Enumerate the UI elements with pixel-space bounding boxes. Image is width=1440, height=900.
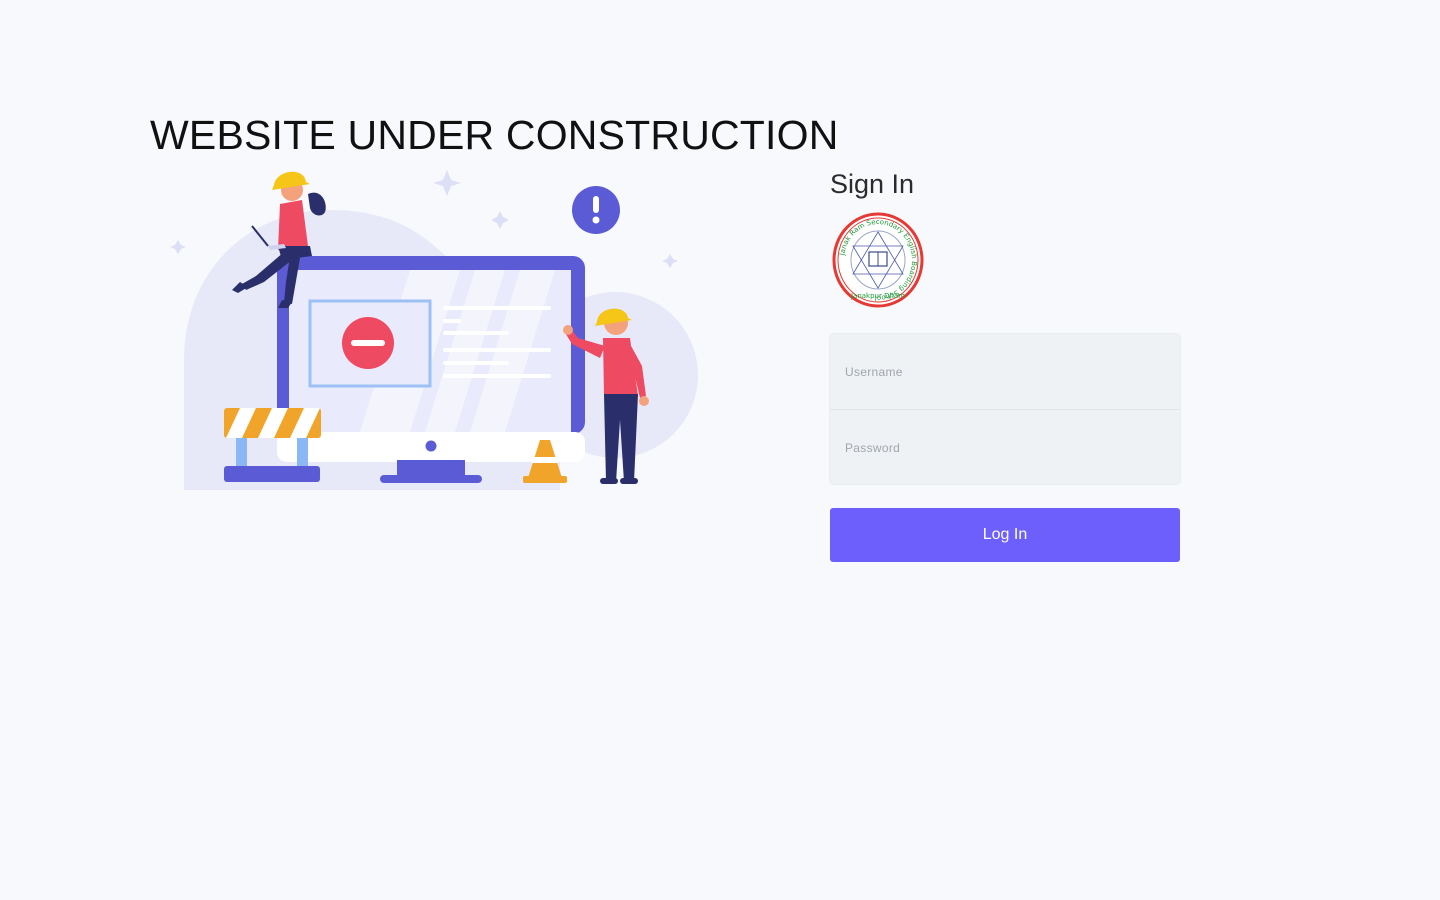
- page: WEBSITE UNDER CONSTRUCTION Sign In Janak…: [0, 0, 1440, 900]
- sparkle-icon: [170, 240, 186, 254]
- book-icon: [868, 251, 888, 267]
- sparkle-icon: [662, 254, 678, 268]
- sparkle-icon: [433, 170, 461, 196]
- login-button[interactable]: Log In: [830, 508, 1180, 562]
- username-input[interactable]: [830, 334, 1180, 409]
- sparkle-icon: [491, 211, 509, 229]
- blocked-window: [308, 299, 432, 388]
- password-input[interactable]: [830, 410, 1180, 484]
- signin-panel: Sign In Janak Ram Secondary English Boar…: [830, 166, 1180, 562]
- construction-illustration: [170, 170, 698, 490]
- minus-circle-icon: [342, 317, 394, 369]
- school-logo: Janak Ram Secondary English Boarding Sch…: [832, 212, 924, 308]
- signin-title: Sign In: [830, 169, 915, 199]
- logo-bottom-text: Janakpur Dham: [850, 292, 905, 300]
- page-headline: WEBSITE UNDER CONSTRUCTION: [150, 112, 839, 158]
- exclamation-icon: [572, 186, 620, 234]
- login-form: [830, 334, 1180, 484]
